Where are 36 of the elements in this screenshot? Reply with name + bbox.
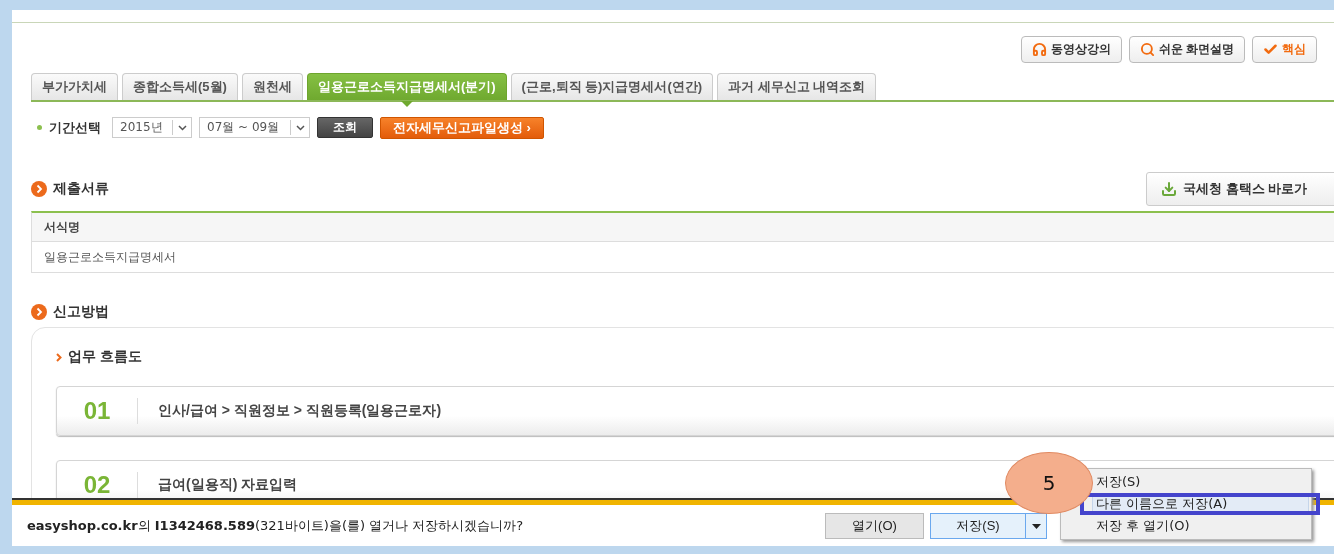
step-text: 인사/급여 > 직원정보 > 직원등록(일용근로자)	[157, 402, 442, 420]
subsection-title: 업무 흐름도	[68, 348, 142, 366]
chevron-down-icon	[177, 124, 187, 131]
tab[interactable]: 원천세	[241, 73, 303, 100]
headphones-icon	[1032, 42, 1047, 57]
tab-pointer-icon	[400, 101, 413, 107]
tab[interactable]: (근로,퇴직 등)지급명세서(연간)	[510, 73, 714, 100]
chevron-circle-icon	[31, 304, 47, 320]
section-title: 신고방법	[53, 303, 109, 321]
step-text: 급여(일용직) 자료입력	[157, 476, 298, 494]
search-icon	[1140, 42, 1155, 57]
section-title: 제출서류	[53, 180, 109, 198]
tab[interactable]: 과거 세무신고 내역조회	[717, 73, 877, 100]
search-button[interactable]: 조회	[317, 117, 373, 138]
caret-icon	[1031, 523, 1041, 529]
download-message: easyshop.co.kr의 I1342468.589(321바이트)을(를) 열거나 저장하시겠습니까?	[27, 517, 524, 535]
chevron-down-icon	[295, 124, 305, 131]
open-button[interactable]: 열기(O)	[825, 513, 924, 539]
download-icon	[1161, 181, 1177, 197]
tab[interactable]: 종합소득세(5월)	[122, 73, 238, 100]
menu-item[interactable]: 저장(S)	[1092, 471, 1309, 493]
step-number: 01	[57, 398, 138, 424]
table-cell: 일용근로소득지급명세서	[32, 242, 1334, 273]
help-button[interactable]: 쉬운 화면설명	[1129, 36, 1246, 63]
chevron-right-icon	[56, 352, 62, 362]
period-label: 기간선택	[49, 118, 101, 137]
help-button[interactable]: 동영상강의	[1021, 36, 1122, 63]
menu-item[interactable]: 저장 후 열기(O)	[1092, 515, 1309, 537]
bullet-icon	[37, 125, 42, 130]
month-select[interactable]: 07월 ~ 09월	[199, 117, 310, 138]
column-header: 서식명	[32, 213, 1334, 242]
chevron-circle-icon	[31, 181, 47, 197]
hometax-link-button[interactable]: 국세청 홈택스 바로가	[1146, 172, 1334, 206]
tab[interactable]: 부가가치세	[31, 73, 118, 100]
check-icon	[1263, 42, 1279, 57]
year-select[interactable]: 2015년	[112, 117, 192, 138]
